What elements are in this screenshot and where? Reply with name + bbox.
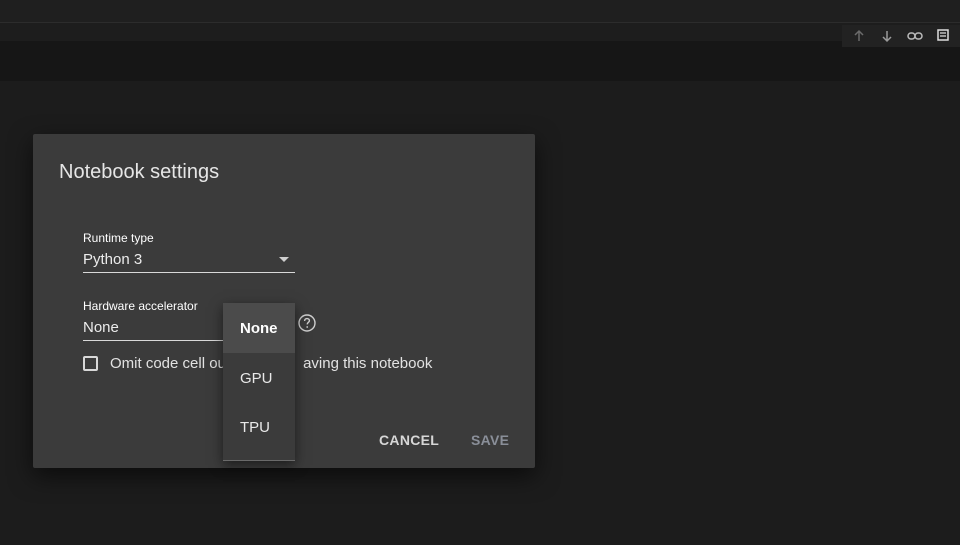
cancel-button[interactable]: CANCEL <box>379 432 439 448</box>
chevron-down-icon <box>279 257 289 262</box>
link-icon[interactable] <box>904 25 926 47</box>
omit-output-checkbox[interactable] <box>83 356 98 371</box>
runtime-type-select[interactable]: Python 3 <box>83 246 295 273</box>
arrow-down-icon[interactable] <box>876 25 898 47</box>
cell-header-bar <box>0 23 960 41</box>
hardware-accelerator-dropdown: None GPU TPU <box>223 303 295 461</box>
option-gpu[interactable]: GPU <box>223 353 295 403</box>
runtime-type-value: Python 3 <box>83 250 143 268</box>
code-cell[interactable] <box>0 41 960 81</box>
hardware-accelerator-select[interactable]: None <box>83 314 223 341</box>
hardware-accelerator-label: Hardware accelerator <box>83 299 198 313</box>
help-icon[interactable] <box>298 314 316 332</box>
runtime-type-label: Runtime type <box>83 231 154 245</box>
top-bar <box>0 0 960 23</box>
comment-icon[interactable] <box>932 25 954 47</box>
option-none[interactable]: None <box>223 303 295 353</box>
cell-toolbar <box>842 25 960 47</box>
option-tpu[interactable]: TPU <box>223 402 295 452</box>
dialog-title: Notebook settings <box>59 161 220 183</box>
hardware-accelerator-value: None <box>83 318 119 336</box>
arrow-up-icon[interactable] <box>848 25 870 47</box>
dropdown-divider <box>223 460 295 461</box>
save-button[interactable]: SAVE <box>471 432 509 448</box>
